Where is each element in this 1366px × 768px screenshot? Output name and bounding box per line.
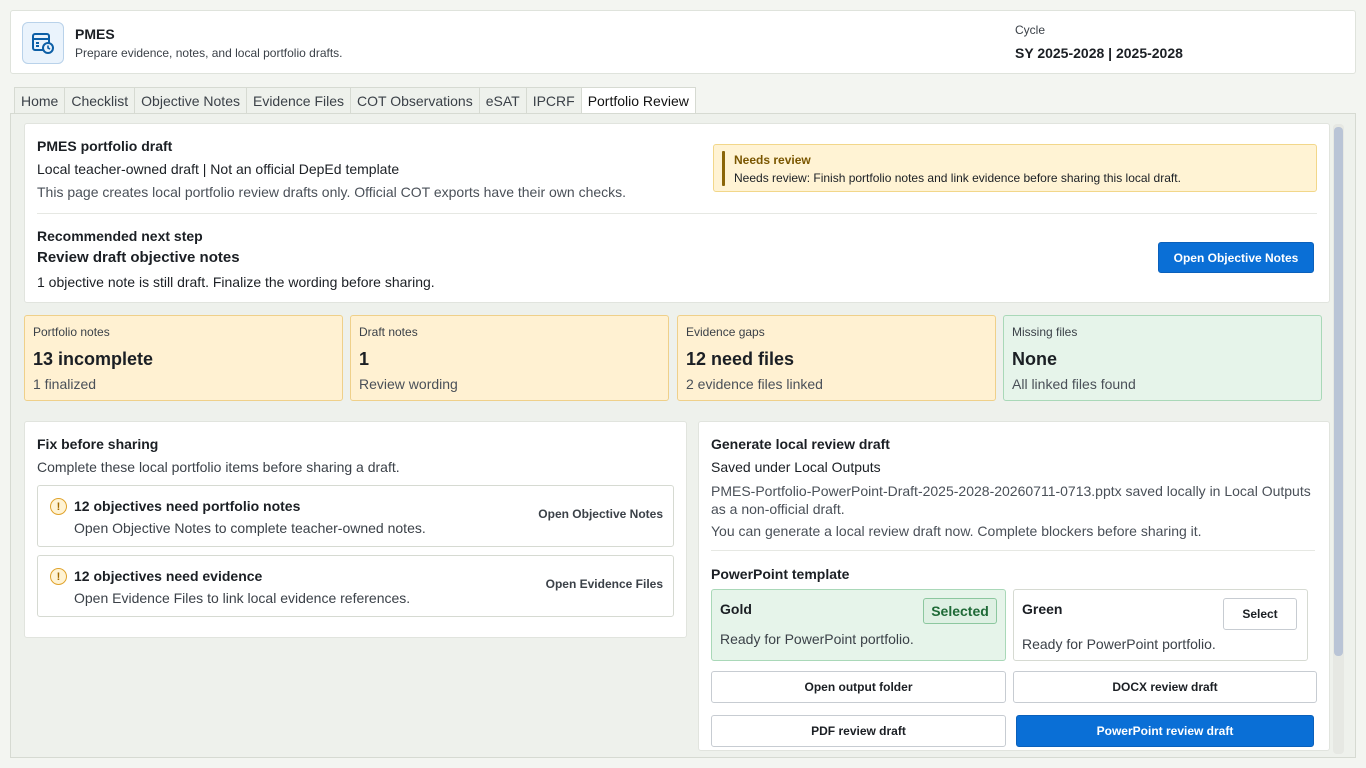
draft-title: PMES portfolio draft bbox=[37, 138, 173, 154]
pdf-review-draft-button[interactable]: PDF review draft bbox=[711, 715, 1006, 747]
tab-checklist[interactable]: Checklist bbox=[65, 87, 136, 114]
stat-sub: 1 finalized bbox=[33, 376, 97, 392]
cycle-value[interactable]: SY 2025-2028 | 2025-2028 bbox=[1015, 45, 1183, 61]
tab-portfolio-review[interactable]: Portfolio Review bbox=[581, 87, 696, 114]
alert-accent-bar bbox=[722, 151, 725, 186]
scrollbar-thumb[interactable] bbox=[1334, 127, 1343, 656]
draft-subtitle: Local teacher-owned draft | Not an offic… bbox=[37, 161, 400, 177]
cycle-label: Cycle bbox=[1015, 23, 1046, 37]
portfolio-draft-card: PMES portfolio draft Local teacher-owned… bbox=[24, 123, 1330, 303]
template-gold[interactable]: Gold Selected Ready for PowerPoint portf… bbox=[711, 589, 1006, 661]
calendar-clock-icon bbox=[22, 22, 64, 64]
fix-item-title: 12 objectives need evidence bbox=[74, 568, 263, 584]
tab-objective-notes[interactable]: Objective Notes bbox=[135, 87, 247, 114]
open-objective-notes-link[interactable]: Open Objective Notes bbox=[538, 507, 663, 521]
alert-title: Needs review bbox=[734, 153, 811, 167]
docx-review-draft-button[interactable]: DOCX review draft bbox=[1013, 671, 1317, 703]
app-subtitle: Prepare evidence, notes, and local portf… bbox=[75, 46, 343, 60]
stat-label: Portfolio notes bbox=[33, 325, 110, 339]
recommended-step-title: Review draft objective notes bbox=[37, 249, 240, 266]
stat-label: Missing files bbox=[1012, 325, 1078, 339]
stat-sub: Review wording bbox=[359, 376, 458, 392]
template-name: Gold bbox=[720, 601, 752, 617]
template-name: Green bbox=[1022, 601, 1063, 617]
stat-label: Evidence gaps bbox=[686, 325, 765, 339]
fix-item-portfolio-notes: ! 12 objectives need portfolio notes Ope… bbox=[37, 485, 674, 547]
needs-review-alert: Needs review Needs review: Finish portfo… bbox=[713, 144, 1317, 192]
stat-value: 13 incomplete bbox=[33, 349, 154, 369]
tab-cot-observations[interactable]: COT Observations bbox=[351, 87, 480, 114]
open-evidence-files-link[interactable]: Open Evidence Files bbox=[546, 577, 663, 591]
stat-value: 1 bbox=[359, 349, 370, 369]
stat-sub: All linked files found bbox=[1012, 376, 1136, 392]
stat-sub: 2 evidence files linked bbox=[686, 376, 823, 392]
tab-ipcrf[interactable]: IPCRF bbox=[526, 87, 582, 114]
fix-item-evidence: ! 12 objectives need evidence Open Evide… bbox=[37, 555, 674, 617]
open-output-folder-button[interactable]: Open output folder bbox=[711, 671, 1006, 703]
app-header: PMES Prepare evidence, notes, and local … bbox=[10, 10, 1356, 74]
stat-value: 12 need files bbox=[686, 349, 795, 369]
tab-esat[interactable]: eSAT bbox=[479, 87, 527, 114]
tab-home[interactable]: Home bbox=[14, 87, 66, 114]
fix-item-desc: Open Evidence Files to link local eviden… bbox=[74, 590, 411, 606]
recommended-step-desc: 1 objective note is still draft. Finaliz… bbox=[37, 274, 435, 290]
divider bbox=[37, 213, 1317, 214]
saved-location: Saved under Local Outputs bbox=[711, 459, 881, 475]
fix-before-sharing-card: Fix before sharing Complete these local … bbox=[24, 421, 687, 638]
draft-note: This page creates local portfolio review… bbox=[37, 184, 627, 200]
stat-draft-notes: Draft notes 1 Review wording bbox=[350, 315, 669, 401]
fix-item-title: 12 objectives need portfolio notes bbox=[74, 498, 301, 514]
divider bbox=[711, 550, 1315, 551]
generate-title: Generate local review draft bbox=[711, 436, 890, 452]
fix-subtitle: Complete these local portfolio items bef… bbox=[37, 459, 400, 475]
app-name: PMES bbox=[75, 26, 115, 42]
fix-item-desc: Open Objective Notes to complete teacher… bbox=[74, 520, 426, 536]
stat-value: None bbox=[1012, 349, 1057, 369]
saved-file-text: PMES-Portfolio-PowerPoint-Draft-2025-202… bbox=[711, 483, 1311, 517]
template-desc: Ready for PowerPoint portfolio. bbox=[1022, 636, 1216, 652]
template-desc: Ready for PowerPoint portfolio. bbox=[720, 631, 914, 647]
portfolio-review-panel: PMES portfolio draft Local teacher-owned… bbox=[10, 113, 1356, 758]
stat-evidence-gaps: Evidence gaps 12 need files 2 evidence f… bbox=[677, 315, 996, 401]
vertical-scrollbar[interactable] bbox=[1333, 124, 1344, 754]
fix-title: Fix before sharing bbox=[37, 436, 159, 452]
generate-draft-card: Generate local review draft Saved under … bbox=[698, 421, 1330, 751]
generate-note: You can generate a local review draft no… bbox=[711, 523, 1202, 539]
warning-icon: ! bbox=[50, 498, 67, 515]
selected-badge: Selected bbox=[923, 598, 997, 624]
warning-icon: ! bbox=[50, 568, 67, 585]
select-template-button[interactable]: Select bbox=[1223, 598, 1297, 630]
recommended-step-label: Recommended next step bbox=[37, 228, 203, 244]
template-green[interactable]: Green Select Ready for PowerPoint portfo… bbox=[1013, 589, 1308, 661]
open-objective-notes-button[interactable]: Open Objective Notes bbox=[1158, 242, 1314, 273]
tab-evidence-files[interactable]: Evidence Files bbox=[246, 87, 352, 114]
stat-missing-files: Missing files None All linked files foun… bbox=[1003, 315, 1322, 401]
tab-bar: Home Checklist Objective Notes Evidence … bbox=[14, 87, 696, 114]
alert-text: Needs review: Finish portfolio notes and… bbox=[734, 171, 1181, 185]
stat-label: Draft notes bbox=[359, 325, 418, 339]
stat-portfolio-notes: Portfolio notes 13 incomplete 1 finalize… bbox=[24, 315, 343, 401]
template-label: PowerPoint template bbox=[711, 566, 850, 582]
powerpoint-review-draft-button[interactable]: PowerPoint review draft bbox=[1016, 715, 1314, 747]
